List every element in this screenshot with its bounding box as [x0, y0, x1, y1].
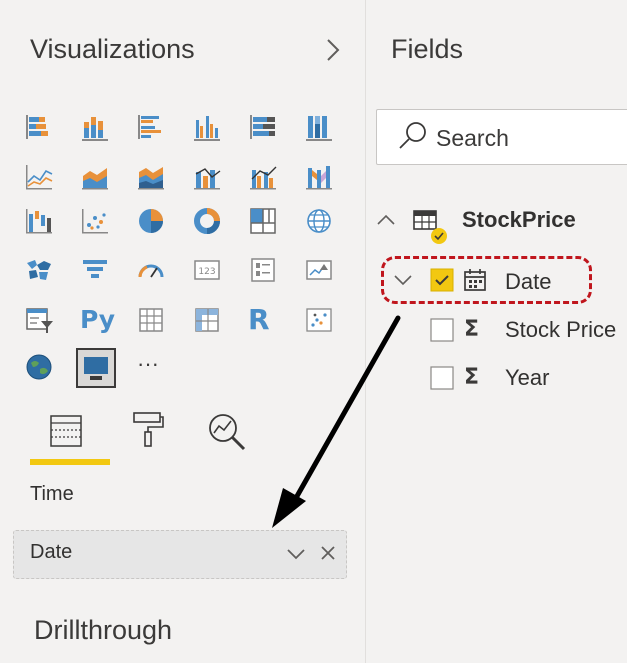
sigma-icon: Σ — [464, 317, 480, 342]
scatter-chart-icon[interactable] — [80, 206, 110, 236]
analytics-magnifier-icon[interactable] — [205, 410, 249, 454]
r-script-visual-icon[interactable]: R — [248, 305, 278, 335]
search-icon — [396, 119, 430, 153]
100-percent-stacked-column-chart-icon[interactable] — [304, 112, 334, 142]
table-icon[interactable] — [136, 305, 166, 335]
100-percent-stacked-bar-chart-icon[interactable] — [248, 112, 278, 142]
format-paint-roller-icon[interactable] — [130, 410, 166, 450]
year-checkbox[interactable] — [430, 366, 454, 390]
custom-visual-icon[interactable] — [76, 348, 116, 388]
treemap-icon[interactable] — [248, 206, 278, 236]
fields-title: Fields — [391, 34, 464, 64]
arcgis-map-icon[interactable] — [24, 352, 54, 382]
donut-chart-icon[interactable] — [192, 206, 222, 236]
gauge-icon[interactable] — [136, 255, 166, 285]
waterfall-chart-icon[interactable] — [24, 206, 54, 236]
search-placeholder: Search — [436, 125, 509, 151]
chevron-down-icon[interactable] — [285, 541, 307, 567]
remove-field-close-icon[interactable] — [318, 543, 338, 563]
line-chart-icon[interactable] — [24, 162, 54, 192]
drillthrough-title: Drillthrough — [34, 615, 173, 645]
stacked-area-chart-icon[interactable] — [136, 162, 166, 192]
table-checked-icon — [410, 205, 454, 249]
slicer-icon[interactable] — [24, 305, 54, 335]
time-label: Time — [30, 483, 74, 505]
field-year-label[interactable]: Year — [505, 365, 549, 391]
clustered-bar-chart-icon[interactable] — [136, 112, 166, 142]
active-tab-indicator — [30, 459, 110, 465]
table-name-stockprice[interactable]: StockPrice — [462, 207, 576, 233]
chevron-up-icon[interactable] — [375, 210, 397, 230]
visualizations-pane: Visualizations 123 Py R ··· Time Date Dr… — [0, 0, 366, 663]
svg-text:123: 123 — [198, 267, 215, 277]
python-visual-label: Py — [80, 305, 116, 334]
visualizations-title: Visualizations — [30, 34, 195, 64]
fields-tab-icon[interactable] — [48, 413, 84, 449]
matrix-icon[interactable] — [192, 305, 222, 335]
line-and-clustered-column-chart-icon[interactable] — [248, 162, 278, 192]
kpi-icon[interactable] — [304, 255, 334, 285]
pie-chart-icon[interactable] — [136, 206, 166, 236]
line-and-stacked-column-chart-icon[interactable] — [192, 162, 222, 192]
python-visual-icon[interactable]: Py — [80, 305, 115, 335]
multi-row-card-icon[interactable] — [248, 255, 278, 285]
area-chart-icon[interactable] — [80, 162, 110, 192]
ribbon-chart-icon[interactable] — [304, 162, 334, 192]
r-visual-label: R — [248, 303, 270, 336]
get-more-visuals-icon[interactable]: ··· — [137, 352, 167, 382]
map-icon[interactable] — [304, 206, 334, 236]
sigma-icon: Σ — [464, 365, 480, 390]
stock-price-checkbox[interactable] — [430, 318, 454, 342]
key-influencers-icon[interactable] — [304, 305, 334, 335]
clustered-column-chart-icon[interactable] — [192, 112, 222, 142]
collapse-pane-chevron-icon[interactable] — [323, 36, 343, 64]
filled-map-icon[interactable] — [24, 255, 54, 285]
funnel-icon[interactable] — [80, 255, 110, 285]
time-field-value: Date — [30, 541, 73, 563]
highlight-box — [381, 256, 592, 304]
card-icon[interactable]: 123 — [192, 255, 222, 285]
field-stock-price-label[interactable]: Stock Price — [505, 317, 616, 343]
stacked-bar-chart-icon[interactable] — [24, 112, 54, 142]
stacked-column-chart-icon[interactable] — [80, 112, 110, 142]
